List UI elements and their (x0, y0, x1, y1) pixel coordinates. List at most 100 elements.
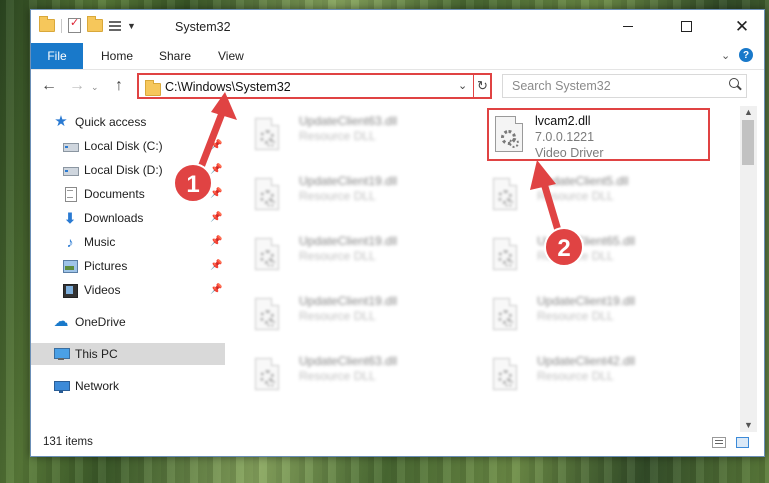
close-icon: ✕ (734, 16, 750, 36)
file-description: Resource DLL (299, 369, 376, 383)
vertical-scrollbar[interactable]: ▲ ▼ (740, 106, 757, 432)
pin-icon[interactable]: 📌 (210, 284, 222, 295)
file-tile[interactable]: UpdateClient19.dll Resource DLL (229, 228, 459, 280)
maximize-button[interactable] (665, 10, 707, 43)
pin-icon[interactable]: 📌 (210, 260, 222, 271)
large-icons-view-icon[interactable] (736, 437, 749, 448)
sidebar-item-pictures[interactable]: Pictures 📌 (31, 255, 225, 277)
maximize-icon (680, 21, 692, 32)
file-tile[interactable]: UpdateClient42.dll Resource DLL (467, 348, 697, 400)
sidebar-item-network[interactable]: Network (31, 375, 225, 397)
file-name: UpdateClient19.dll (299, 234, 398, 248)
sidebar-item-videos[interactable]: Videos 📌 (31, 279, 225, 301)
sidebar-item-local-disk-d[interactable]: Local Disk (D:) 📌 (31, 159, 225, 181)
file-name: UpdateClient19.dll (299, 174, 398, 188)
folder-icon (145, 80, 161, 96)
toolbar-dropdown-icon[interactable]: ▼ (127, 21, 136, 31)
pin-icon[interactable]: 📌 (210, 212, 222, 223)
scroll-down-icon[interactable]: ▼ (744, 420, 753, 430)
search-input[interactable]: Search System32 (502, 74, 747, 98)
address-row: ← → ⌄ ↑ C:\Windows\System32 ⌄ ↻ Search S… (31, 70, 764, 102)
tab-view[interactable]: View (218, 49, 244, 63)
customize-view-icon[interactable] (109, 20, 121, 31)
pictures-icon (62, 259, 78, 273)
file-description: Resource DLL (299, 129, 376, 143)
forward-arrow-icon[interactable]: → (69, 77, 85, 95)
dll-file-icon (489, 114, 525, 154)
file-tile[interactable]: UpdateClient5.dll Resource DLL (467, 168, 697, 220)
file-tile[interactable]: UpdateClient19.dll Resource DLL (467, 288, 697, 340)
file-name: UpdateClient5.dll (537, 174, 629, 188)
details-view-icon[interactable] (712, 437, 726, 448)
sidebar-item-onedrive[interactable]: ☁ OneDrive (31, 311, 225, 333)
ribbon-tabs: File Home Share View ⌄ ? (31, 43, 764, 70)
sidebar-item-local-disk-c[interactable]: Local Disk (C:) 📌 (31, 135, 225, 157)
sidebar-item-label: Music (84, 235, 116, 249)
file-tile[interactable]: UpdateClient63.dll Resource DLL (229, 108, 459, 160)
back-arrow-icon[interactable]: ← (41, 77, 57, 95)
file-tile[interactable]: UpdateClient63.dll Resource DLL (229, 348, 459, 400)
sidebar-item-label: Local Disk (C:) (84, 139, 163, 153)
up-arrow-icon[interactable]: ↑ (115, 77, 123, 95)
search-placeholder: Search System32 (512, 79, 611, 93)
sidebar-item-music[interactable]: ♪ Music 📌 (31, 231, 225, 253)
address-dropdown-icon[interactable]: ⌄ (458, 79, 467, 92)
dll-file-icon (251, 178, 281, 214)
file-description: Resource DLL (299, 309, 376, 323)
dll-file-icon (489, 178, 519, 214)
pin-icon[interactable]: 📌 (210, 188, 222, 199)
file-explorer-window: ▼ System32 ✕ File Home Share View ⌄ ? ← … (30, 9, 765, 457)
minimize-button[interactable] (607, 10, 649, 43)
scroll-up-icon[interactable]: ▲ (744, 107, 753, 117)
file-name: UpdateClient42.dll (537, 354, 636, 368)
sidebar-item-label: Network (75, 379, 120, 393)
sidebar-item-this-pc[interactable]: This PC (31, 343, 225, 365)
pin-icon[interactable]: 📌 (210, 164, 222, 175)
file-list: UpdateClient63.dll Resource DLL UpdateCli… (229, 106, 739, 424)
refresh-icon[interactable]: ↻ (477, 78, 488, 94)
sidebar-item-documents[interactable]: Documents 📌 (31, 183, 225, 205)
file-tile[interactable]: UpdateClient19.dll Resource DLL (229, 168, 459, 220)
recent-locations-icon[interactable]: ⌄ (91, 82, 99, 93)
close-button[interactable]: ✕ (721, 10, 763, 43)
pin-icon[interactable]: 📌 (210, 236, 222, 247)
videos-icon (62, 283, 78, 298)
file-description: Resource DLL (537, 189, 614, 203)
file-description: Resource DLL (537, 249, 614, 263)
scrollbar-thumb[interactable] (742, 120, 754, 165)
onedrive-icon: ☁ (53, 313, 69, 330)
this-pc-icon (53, 347, 70, 361)
navigation-pane: ★ Quick access Local Disk (C:) 📌 Local D… (31, 108, 225, 418)
pin-icon[interactable]: 📌 (210, 140, 222, 151)
dll-file-icon (251, 358, 281, 394)
sidebar-item-label: Videos (84, 283, 121, 297)
file-tile[interactable]: UpdateClient65.dll Resource DLL (467, 228, 697, 280)
help-icon[interactable]: ? (739, 48, 753, 62)
expand-ribbon-icon[interactable]: ⌄ (721, 49, 730, 62)
dll-file-icon (489, 358, 519, 394)
address-bar[interactable]: C:\Windows\System32 ⌄ ↻ (137, 73, 492, 99)
search-icon[interactable] (729, 78, 739, 88)
address-path[interactable]: C:\Windows\System32 (165, 80, 291, 94)
sidebar-item-downloads[interactable]: ⬇ Downloads 📌 (31, 207, 225, 229)
drive-icon (62, 139, 79, 153)
tab-share[interactable]: Share (159, 49, 191, 63)
sidebar-item-label: OneDrive (75, 315, 126, 329)
dll-file-icon (489, 298, 519, 334)
tab-file[interactable]: File (31, 43, 83, 69)
quick-access-toolbar: ▼ (39, 16, 136, 33)
properties-icon[interactable] (68, 16, 81, 33)
title-bar: ▼ System32 ✕ (31, 10, 764, 43)
file-description: Resource DLL (299, 189, 376, 203)
file-description: Resource DLL (299, 249, 376, 263)
music-icon: ♪ (66, 234, 74, 250)
highlighted-file-lvcam2[interactable]: lvcam2.dll 7.0.0.1221 Video Driver (487, 108, 710, 161)
tab-home[interactable]: Home (101, 49, 133, 63)
new-folder-icon[interactable] (87, 16, 103, 32)
file-description: Resource DLL (537, 369, 614, 383)
sidebar-item-label: Quick access (75, 115, 147, 129)
sidebar-item-quick-access[interactable]: ★ Quick access (31, 111, 225, 133)
sidebar-item-label: Downloads (84, 211, 144, 225)
sidebar-item-label: Documents (84, 187, 145, 201)
file-tile[interactable]: UpdateClient19.dll Resource DLL (229, 288, 459, 340)
